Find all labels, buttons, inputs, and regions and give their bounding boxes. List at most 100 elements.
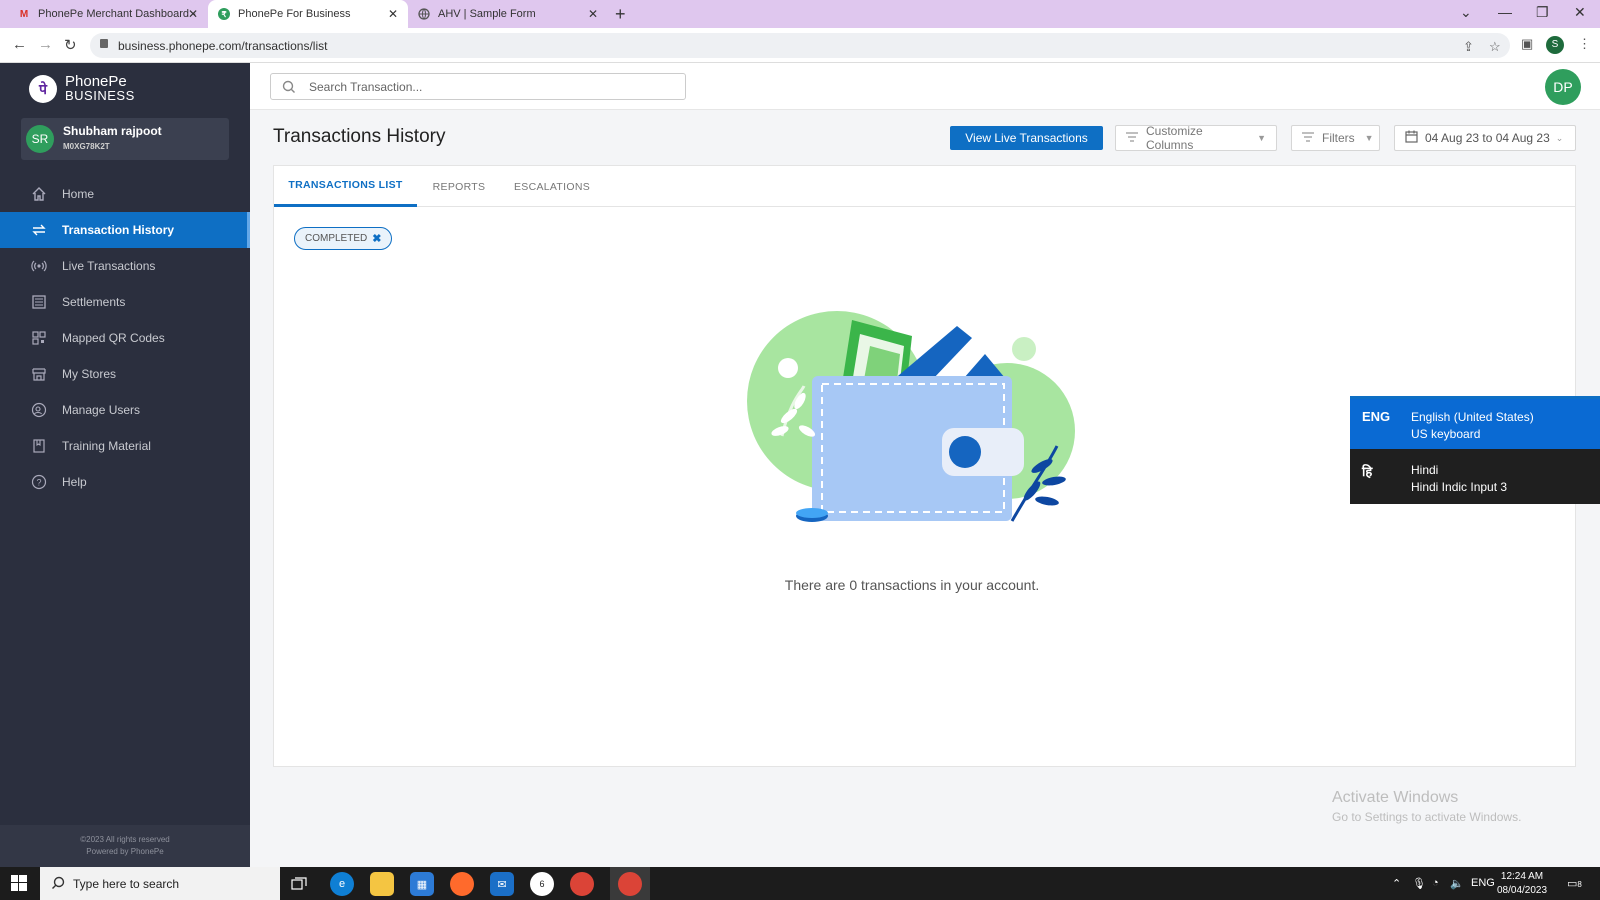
users-icon	[31, 402, 47, 418]
sidebar-item-mapped-qr-codes[interactable]: Mapped QR Codes	[0, 320, 250, 356]
browser-profile-avatar[interactable]: S	[1546, 36, 1564, 54]
tab-transactions-list[interactable]: TRANSACTIONS LIST	[274, 166, 417, 207]
tab-reports[interactable]: REPORTS	[417, 166, 501, 207]
sidebar-item-help[interactable]: ? Help	[0, 464, 250, 500]
search-input[interactable]	[309, 78, 669, 96]
firefox-icon[interactable]	[450, 872, 474, 896]
window-close-icon[interactable]: ✕	[1574, 4, 1586, 21]
gmail-icon: M	[19, 8, 29, 20]
search-icon	[282, 80, 296, 99]
user-card[interactable]: SR Shubham rajpoot M0XG78K2T	[21, 118, 229, 160]
sidebar-item-live-transactions[interactable]: Live Transactions	[0, 248, 250, 284]
whatsapp-badge: 6	[539, 879, 545, 889]
tab-escalations[interactable]: ESCALATIONS	[501, 166, 603, 207]
windows-start-icon[interactable]	[11, 875, 27, 896]
date-range-picker[interactable]: 04 Aug 23 to 04 Aug 23 ⌄	[1394, 125, 1576, 151]
filters-button[interactable]: Filters ▼	[1291, 125, 1380, 151]
chevron-down-icon: ▼	[1257, 133, 1266, 143]
activate-windows-watermark: Activate Windows Go to Settings to activ…	[1332, 789, 1521, 824]
status-filter-chip[interactable]: COMPLETED ✖	[294, 227, 393, 250]
help-icon: ?	[31, 474, 47, 490]
chrome-icon[interactable]	[618, 872, 642, 896]
sidebar-item-my-stores[interactable]: My Stores	[0, 356, 250, 392]
sidebar: पे PhonePe BUSINESS SR Shubham rajpoot M…	[0, 63, 250, 867]
empty-wallet-illustration	[747, 311, 1075, 522]
store-icon[interactable]: ▦	[410, 872, 434, 896]
store-icon	[31, 366, 47, 382]
side-panel-icon[interactable]: ▣	[1521, 36, 1533, 52]
tab-bar: TRANSACTIONS LIST REPORTS ESCALATIONS	[274, 166, 1575, 207]
system-clock[interactable]: 12:24 AM 08/04/2023	[1497, 870, 1547, 898]
file-explorer-icon[interactable]	[370, 872, 394, 896]
minimize-icon[interactable]: —	[1498, 4, 1512, 20]
forward-icon[interactable]: →	[38, 36, 53, 53]
language-option-english[interactable]: ENG English (United States) US keyboard	[1350, 399, 1600, 449]
windows-taskbar: Type here to search e ▦ ✉ 6 ⌃ 🎙 ◔ 🔈 ENG …	[0, 867, 1600, 900]
view-live-transactions-button[interactable]: View Live Transactions	[950, 126, 1103, 150]
url-field[interactable]: business.phonepe.com/transactions/list ⇪…	[90, 33, 1510, 58]
customize-columns-button[interactable]: Customize Columns ▼	[1115, 124, 1277, 152]
date-range-text: 04 Aug 23 to 04 Aug 23	[1425, 131, 1550, 145]
language-option-hindi[interactable]: हि Hindi Hindi Indic Input 3	[1350, 452, 1600, 502]
browser-tab-title: PhonePe Merchant Dashboard -	[38, 8, 196, 20]
taskbar-search[interactable]: Type here to search	[40, 867, 280, 900]
language-code: ENG	[1362, 409, 1391, 424]
search-box[interactable]	[270, 73, 686, 100]
microphone-icon[interactable]: 🎙	[1412, 877, 1426, 890]
chevron-down-icon: ⌄	[1555, 132, 1564, 143]
sidebar-item-settlements[interactable]: Settlements	[0, 284, 250, 320]
sidebar-item-home[interactable]: Home	[0, 176, 250, 212]
browser-tab[interactable]: AHV | Sample Form ✕	[408, 0, 608, 28]
language-code: हि	[1362, 464, 1373, 479]
sidebar-item-transaction-history[interactable]: Transaction History	[0, 212, 250, 248]
chrome-icon[interactable]	[570, 872, 594, 896]
volume-icon[interactable]: 🔈	[1450, 877, 1464, 890]
avatar[interactable]: DP	[1545, 69, 1581, 105]
page-title: Transactions History	[273, 126, 446, 147]
chevron-up-icon[interactable]: ⌃	[1392, 877, 1401, 890]
empty-state-message: There are 0 transactions in your account…	[784, 577, 1040, 593]
kebab-menu-icon[interactable]: ⋮	[1578, 36, 1591, 52]
close-icon[interactable]: ✕	[188, 7, 198, 21]
input-language-indicator[interactable]: ENG	[1471, 877, 1495, 889]
whatsapp-icon[interactable]: 6	[530, 872, 554, 896]
sidebar-item-manage-users[interactable]: Manage Users	[0, 392, 250, 428]
sidebar-footer: ©2023 All rights reserved Powered by Pho…	[0, 825, 250, 867]
browser-tab-title: AHV | Sample Form	[438, 8, 536, 20]
filter-lines-icon	[1126, 131, 1138, 145]
edge-icon[interactable]: e	[330, 872, 354, 896]
close-icon[interactable]: ✕	[588, 7, 598, 21]
input-language-popup: ENG English (United States) US keyboard …	[1350, 396, 1600, 504]
chevron-down-icon[interactable]: ⌄	[1460, 4, 1472, 21]
chevron-down-icon: ▼	[1364, 133, 1374, 143]
list-icon	[31, 294, 47, 310]
mail-icon[interactable]: ✉	[490, 872, 514, 896]
close-icon[interactable]: ✕	[388, 7, 398, 21]
notifications-icon[interactable]: ▭8	[1567, 877, 1582, 890]
reload-icon[interactable]: ↻	[64, 36, 77, 54]
address-bar: ← → ↻ business.phonepe.com/transactions/…	[0, 28, 1600, 63]
task-view-icon[interactable]	[287, 872, 311, 896]
close-icon[interactable]: ✖	[372, 232, 381, 245]
calendar-icon	[1405, 130, 1418, 146]
phonepe-icon: ₹	[218, 8, 230, 20]
restore-icon[interactable]: ❐	[1536, 4, 1549, 21]
lock-icon	[100, 39, 108, 48]
browser-tab-strip: M PhonePe Merchant Dashboard - ✕ ₹ Phone…	[0, 0, 1600, 28]
back-icon[interactable]: ←	[12, 36, 27, 53]
new-tab-icon[interactable]: +	[615, 4, 626, 25]
browser-tab-active[interactable]: ₹ PhonePe For Business ✕	[208, 0, 408, 28]
sidebar-item-training-material[interactable]: Training Material	[0, 428, 250, 464]
star-icon[interactable]: ☆	[1489, 39, 1501, 55]
chip-label: COMPLETED	[305, 233, 368, 244]
taskbar-search-placeholder: Type here to search	[73, 877, 180, 891]
brand-logo[interactable]: पे PhonePe BUSINESS	[29, 74, 135, 103]
sidebar-item-label: Mapped QR Codes	[62, 331, 165, 345]
watermark-title: Activate Windows	[1332, 789, 1459, 806]
search-icon	[51, 876, 65, 895]
wifi-icon[interactable]: ◔	[1432, 877, 1439, 889]
browser-tab-title: PhonePe For Business	[238, 8, 351, 20]
browser-tab[interactable]: M PhonePe Merchant Dashboard - ✕	[8, 0, 208, 28]
share-icon[interactable]: ⇪	[1463, 39, 1474, 55]
phonepe-logo-icon: पे	[29, 75, 57, 103]
